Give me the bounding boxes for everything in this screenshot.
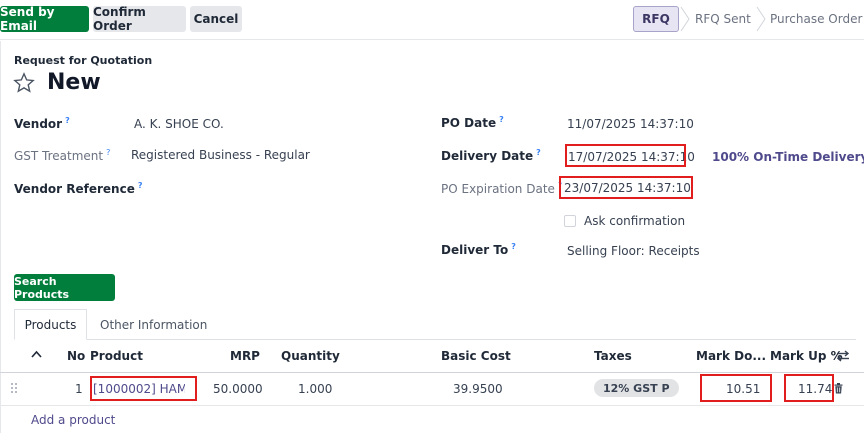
mark-up-highlight [784,374,834,402]
deliver-to-label: Deliver To? [441,242,516,257]
column-header-taxes[interactable]: Taxes [594,349,632,363]
column-header-mark-up[interactable]: Mark Up % [770,349,843,363]
column-header-basic-cost[interactable]: Basic Cost [441,349,511,363]
page-title: New [47,70,101,95]
po-expiration-label: PO Expiration Date? [441,181,563,196]
column-header-mrp[interactable]: MRP [230,349,260,363]
drag-handle-icon[interactable] [10,382,18,394]
column-settings-icon[interactable] [836,350,850,362]
ask-confirmation-checkbox[interactable] [564,215,576,227]
add-product-link[interactable]: Add a product [31,413,115,427]
status-rfq-sent[interactable]: RFQ Sent [695,6,751,32]
table-row-divider [0,405,864,406]
help-tooltip-icon[interactable]: ? [536,148,541,157]
search-products-button[interactable]: Search Products [14,274,115,301]
status-rfq[interactable]: RFQ [633,6,679,32]
trash-icon[interactable] [834,383,843,394]
column-header-product[interactable]: Product [90,349,143,363]
ask-confirmation-label: Ask confirmation [584,214,686,228]
column-header-quantity[interactable]: Quantity [281,349,340,363]
chevron-up-icon[interactable] [31,350,42,359]
row-no: 1 [75,382,83,396]
chevron-right-icon [680,6,690,32]
on-time-delivery-link[interactable]: 100% On-Time Delivery [712,150,864,164]
vendor-field[interactable]: A. K. SHOE CO. [134,117,224,131]
cancel-button[interactable]: Cancel [190,6,242,32]
star-icon[interactable] [13,72,35,94]
gst-treatment-label: GST Treatment? [14,148,111,163]
status-purchase-order[interactable]: Purchase Order [770,6,862,32]
tax-badge[interactable]: 12% GST P [594,379,679,397]
send-by-email-button[interactable]: Send by Email [0,5,89,33]
row-mrp[interactable]: 50.0000 [213,382,263,396]
help-tooltip-icon[interactable]: ? [511,242,516,251]
record-subtitle: Request for Quotation [14,54,153,67]
tab-products[interactable]: Products [14,309,87,340]
delivery-date-highlight [565,144,686,167]
gst-treatment-field[interactable]: Registered Business - Regular [131,148,310,162]
help-tooltip-icon[interactable]: ? [138,181,143,190]
mark-down-highlight [700,374,772,402]
po-expiration-highlight [559,176,693,199]
help-tooltip-icon[interactable]: ? [65,116,70,125]
chevron-right-icon [756,6,766,32]
vendor-label: Vendor? [14,116,70,131]
po-date-label: PO Date? [441,115,504,130]
delivery-date-label: Delivery Date? [441,148,541,163]
row-basic-cost[interactable]: 39.9500 [453,382,503,396]
column-header-mark-down[interactable]: Mark Do... [696,349,766,363]
tab-other-information[interactable]: Other Information [100,309,207,340]
vendor-reference-label: Vendor Reference? [14,181,143,196]
confirm-order-button[interactable]: Confirm Order [93,5,186,33]
po-date-field[interactable]: 11/07/2025 14:37:10 [567,117,694,131]
deliver-to-field[interactable]: Selling Floor: Receipts [567,244,700,258]
help-tooltip-icon[interactable]: ? [499,115,504,124]
help-tooltip-icon[interactable]: ? [106,148,110,157]
control-panel: Send by Email Confirm Order Cancel RFQ R… [0,0,864,40]
row-quantity[interactable]: 1.000 [298,382,332,396]
product-highlight [90,376,197,401]
column-header-no[interactable]: No [67,349,85,363]
